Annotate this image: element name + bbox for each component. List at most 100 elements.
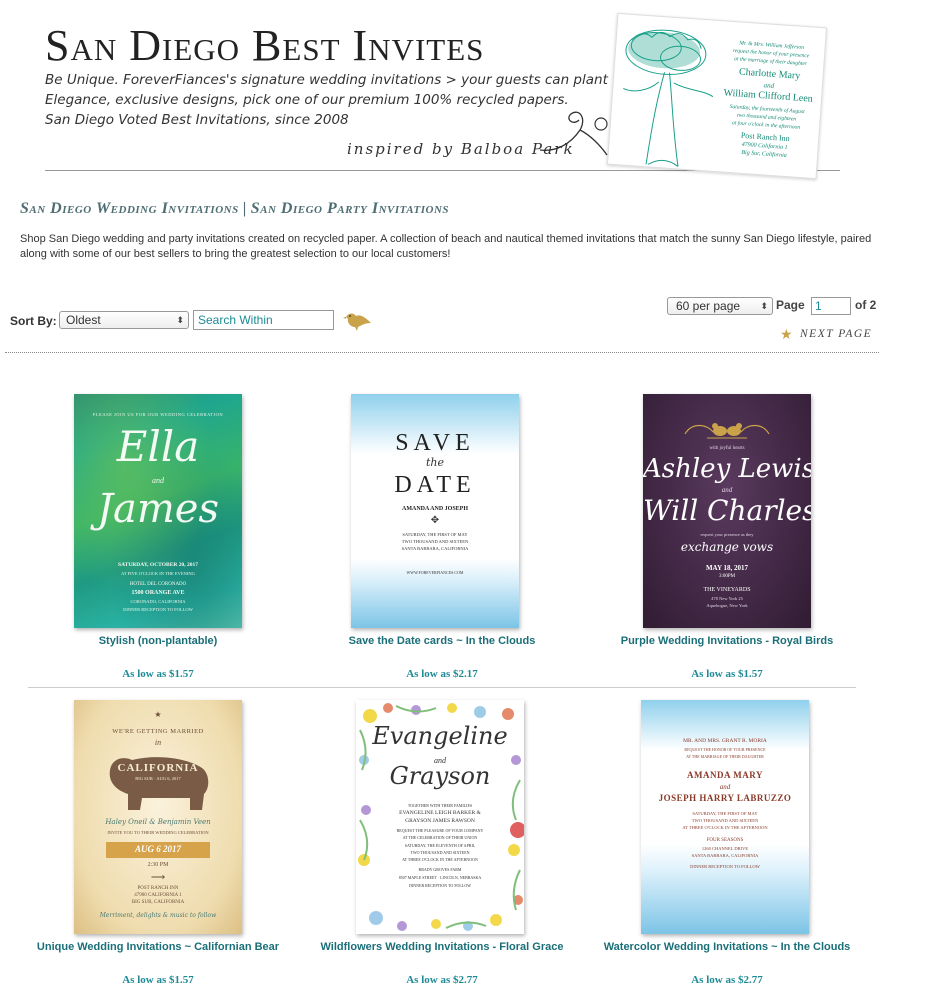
product-thumbnail[interactable]: Evangeline and Grayson TOGETHER WITH THE… bbox=[356, 700, 524, 934]
card-text: AT THE CELEBRATION OF THEIR UNION bbox=[402, 835, 478, 840]
card-text: SATURDAY, OCTOBER 20, 2017 bbox=[118, 562, 198, 568]
card-text: BRADY GROVES FARM bbox=[418, 867, 462, 872]
card-text: HOTEL DEL CORONADO bbox=[129, 582, 187, 587]
card-text: PLEASE JOIN US FOR OUR WEDDING CELEBRATI… bbox=[92, 412, 224, 417]
card-text: 47900 CALIFORNIA 1 bbox=[134, 893, 182, 898]
product-thumbnail[interactable]: SAVE the DATE AMANDA AND JOSEPH ✥ SATURD… bbox=[351, 394, 519, 628]
card-text: POST RANCH INN bbox=[137, 886, 179, 891]
product-thumbnail[interactable]: with joyful hearts Ashley Lewis and Will… bbox=[643, 394, 811, 628]
tagline-3: San Diego Voted Best Invitations, since … bbox=[45, 112, 349, 128]
card-name: Ashley Lewis bbox=[643, 454, 811, 484]
category-description: Shop San Diego wedding and party invitat… bbox=[20, 233, 872, 260]
per-page-value: 60 per page bbox=[676, 299, 741, 313]
link-san-diego-party-invitations[interactable]: San Diego Party Invitations bbox=[251, 200, 449, 217]
star-icon: ★ bbox=[780, 326, 793, 342]
card-text: AMANDA AND JOSEPH bbox=[401, 506, 468, 512]
row-divider bbox=[28, 687, 856, 688]
star-icon: ★ bbox=[154, 710, 162, 719]
product-thumbnail[interactable]: PLEASE JOIN US FOR OUR WEDDING CELEBRATI… bbox=[74, 394, 242, 628]
card-name: JOSEPH HARRY LABRUZZO bbox=[658, 793, 792, 803]
card-text: and bbox=[721, 486, 733, 494]
card-name: Will Charles bbox=[643, 494, 811, 527]
bear-icon bbox=[109, 757, 209, 810]
banner-invitation-card: Mr. & Mrs. William Jefferson request the… bbox=[606, 12, 828, 180]
sort-by-value: Oldest bbox=[66, 313, 101, 327]
next-page-link[interactable]: NEXT PAGE bbox=[800, 328, 872, 340]
product-name-link[interactable]: Watercolor Wedding Invitations ~ In the … bbox=[585, 941, 869, 953]
card-text: 1260 CHANNEL DRIVE bbox=[701, 846, 749, 851]
bird-search-icon[interactable] bbox=[343, 308, 373, 332]
card-text: AT THREE O'CLOCK IN THE AFTERNOON bbox=[402, 857, 478, 862]
card-text: DINNER RECEPTION TO FOLLOW bbox=[123, 607, 193, 612]
dotted-divider bbox=[5, 352, 879, 353]
card-text: AT THE MARRIAGE OF THEIR DAUGHTER bbox=[686, 754, 764, 759]
card-text: 2:30 PM bbox=[147, 862, 169, 868]
card-text: DINNER RECEPTION TO FOLLOW bbox=[409, 883, 471, 888]
card-text: SATURDAY, THE ELEVENTH OF APRIL bbox=[404, 843, 476, 848]
product-price: As low as $2.77 bbox=[691, 974, 763, 986]
card-text: TOGETHER WITH THEIR FAMILIES bbox=[407, 803, 473, 808]
header-banner[interactable]: San Diego Best Invites Be Unique. Foreve… bbox=[0, 0, 934, 180]
tagline-2: Elegance, exclusive designs, pick one of… bbox=[45, 92, 569, 108]
card-text: TWO THOUSAND AND SIXTEEN bbox=[691, 818, 759, 823]
link-san-diego-wedding-invitations[interactable]: San Diego Wedding Invitations bbox=[20, 200, 239, 217]
card-text: in bbox=[154, 738, 162, 747]
per-page-select[interactable]: 60 per page ⬍ bbox=[667, 297, 773, 315]
product-price: As low as $1.57 bbox=[122, 974, 194, 986]
product-name-link[interactable]: Stylish (non-plantable) bbox=[16, 635, 300, 647]
product-name-link[interactable]: Purple Wedding Invitations - Royal Birds bbox=[585, 635, 869, 647]
product-price: As low as $1.57 bbox=[691, 668, 763, 680]
select-arrows-icon: ⬍ bbox=[176, 315, 184, 325]
card-text: Aquebogue, New York bbox=[706, 603, 748, 608]
card-text: INVITE YOU TO THEIR WEDDING CELEBRATION bbox=[107, 830, 209, 835]
category-links: San Diego Wedding Invitations | San Diego … bbox=[20, 200, 449, 218]
card-text: WWW.FOREVERFIANCES.COM bbox=[406, 570, 464, 575]
card-text: TWO THOUSAND AND SIXTEEN bbox=[401, 539, 469, 544]
card-text: FOUR SEASONS bbox=[706, 838, 744, 843]
card-text: MR. AND MRS. GRANT R. MORIA bbox=[683, 738, 767, 744]
product-name-link[interactable]: Unique Wedding Invitations ~ Californian… bbox=[16, 941, 300, 953]
card-text: AT THREE O'CLOCK IN THE AFTERNOON bbox=[682, 825, 768, 830]
arrow-icon: ⟶ bbox=[150, 872, 166, 883]
card-text: 478 New York 25 bbox=[711, 596, 743, 601]
card-text: the bbox=[425, 456, 444, 469]
product-name-link[interactable]: Save the Date cards ~ In the Clouds bbox=[300, 635, 584, 647]
card-text: TWO THOUSAND AND SIXTEEN bbox=[410, 850, 470, 855]
card-text: and bbox=[719, 783, 731, 791]
flourish-icon: ✥ bbox=[430, 515, 440, 526]
product-price: As low as $1.57 bbox=[122, 668, 194, 680]
card-name: Evangeline bbox=[372, 722, 508, 750]
card-text: REQUEST THE PLEASURE OF YOUR COMPANY bbox=[396, 828, 484, 833]
royal-birds-icon bbox=[684, 423, 770, 439]
page-number-input[interactable] bbox=[811, 297, 851, 315]
card-text: SANTA BARBARA, CALIFORNIA bbox=[691, 853, 759, 858]
inspired-by-text: inspired by Balboa Park bbox=[347, 140, 575, 158]
product-thumbnail[interactable]: MR. AND MRS. GRANT R. MORIA REQUEST THE … bbox=[641, 700, 809, 934]
product-name-link[interactable]: Wildflowers Wedding Invitations - Floral… bbox=[300, 941, 584, 953]
sort-by-select[interactable]: Oldest ⬍ bbox=[59, 311, 189, 329]
card-text: SATURDAY, THE FIRST OF MAY bbox=[402, 532, 468, 537]
card-text: DINNER RECEPTION TO FOLLOW bbox=[690, 864, 760, 869]
page-total-label: of 2 bbox=[855, 298, 877, 312]
card-text: SANTA BARBARA, CALIFORNIA bbox=[401, 546, 469, 551]
card-text: 8507 MAPLE STREET · LINCOLN, NEBRASKA bbox=[398, 875, 482, 880]
card-text: 1500 ORANGE AVE bbox=[131, 590, 185, 596]
card-text: MAY 18, 2017 bbox=[705, 564, 749, 572]
card-text: with joyful hearts bbox=[709, 446, 745, 451]
product-price: As low as $2.17 bbox=[406, 668, 478, 680]
site-title: San Diego Best Invites bbox=[45, 21, 485, 70]
product-thumbnail[interactable]: ★ WE'RE GETTING MARRIED in CALIFORNIA BI… bbox=[74, 700, 242, 934]
card-text: 3:00PM bbox=[718, 574, 736, 579]
card-text: and bbox=[152, 476, 164, 485]
card-name: AMANDA MARY bbox=[687, 770, 763, 780]
page-label: Page bbox=[776, 298, 805, 312]
select-arrows-icon: ⬍ bbox=[760, 301, 768, 311]
card-text: DATE bbox=[394, 472, 476, 498]
card-text: THE VINEYARDS bbox=[703, 587, 751, 593]
card-text: AT FIVE O'CLOCK IN THE EVENING bbox=[121, 571, 195, 576]
card-text: CALIFORNIA bbox=[117, 762, 199, 774]
search-within-input[interactable] bbox=[193, 310, 334, 330]
card-text: REQUEST THE HONOR OF YOUR PRESENCE bbox=[684, 747, 766, 752]
card-text: WE'RE GETTING MARRIED bbox=[112, 728, 204, 735]
watercolor-wash bbox=[351, 558, 519, 628]
